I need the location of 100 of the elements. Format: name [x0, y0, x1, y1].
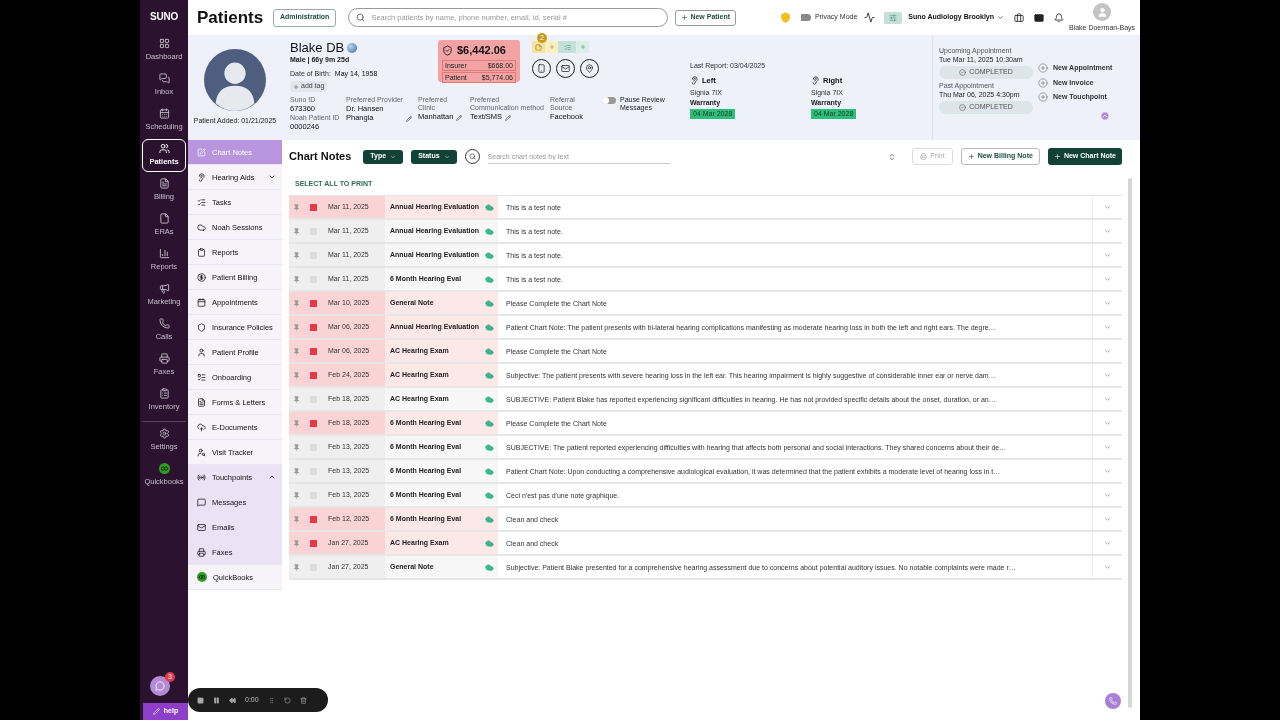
plus-icon	[548, 44, 555, 50]
expand-icon[interactable]	[1104, 203, 1111, 211]
scrollbar[interactable]	[1128, 178, 1132, 708]
mail-icon[interactable]	[1034, 12, 1044, 23]
expand-icon[interactable]	[1104, 251, 1111, 259]
bell-icon[interactable]	[1054, 12, 1064, 23]
expand-icon[interactable]	[1104, 491, 1111, 499]
user-avatar[interactable]	[1093, 3, 1111, 21]
expand-icon[interactable]	[1104, 227, 1111, 235]
calendar-icon	[197, 297, 206, 307]
clipboard-icon	[197, 247, 206, 257]
ear-icon	[811, 75, 820, 85]
expand-icon[interactable]	[1104, 419, 1111, 427]
document-icon	[197, 397, 206, 407]
briefcase-icon[interactable]	[1014, 12, 1024, 23]
flag-square[interactable]	[310, 515, 317, 523]
phone-icon	[1109, 697, 1117, 705]
expand-icon[interactable]	[1104, 467, 1111, 475]
pin-icon[interactable]	[293, 371, 300, 379]
person-icon	[1096, 6, 1108, 18]
expand-icon[interactable]	[1104, 395, 1111, 403]
cloud-icon	[485, 394, 494, 404]
caret-icon	[443, 153, 450, 160]
flag-square[interactable]	[310, 347, 317, 355]
ear-icon	[690, 75, 699, 85]
filter-toggle[interactable]	[884, 11, 903, 24]
edit-icon[interactable]	[505, 115, 512, 121]
chart-line-icon[interactable]	[864, 12, 876, 23]
calendar-icon	[158, 108, 170, 120]
plus-icon	[1053, 153, 1061, 160]
pin-icon[interactable]	[293, 443, 300, 451]
pin-icon[interactable]	[293, 251, 300, 259]
chat-icon	[158, 73, 170, 85]
add-note-button[interactable]	[545, 41, 558, 53]
expand-icon[interactable]	[1104, 515, 1111, 523]
cloud-icon	[485, 538, 494, 548]
pin-icon[interactable]	[293, 299, 300, 307]
caret-icon	[997, 14, 1004, 21]
expand-icon[interactable]	[1104, 443, 1111, 451]
cloud-icon	[485, 466, 494, 476]
caret-icon	[390, 153, 397, 160]
pin-icon[interactable]	[293, 323, 300, 331]
flag-square[interactable]	[310, 419, 317, 427]
pin-icon[interactable]	[293, 275, 300, 283]
rewind-icon[interactable]	[229, 696, 236, 704]
checklist-icon	[197, 372, 206, 382]
badge-icon[interactable]	[779, 12, 791, 23]
notes-button[interactable]	[532, 41, 545, 53]
expand-icon[interactable]	[1104, 539, 1111, 547]
cloud-icon	[485, 298, 494, 308]
phone-icon	[158, 318, 170, 330]
pause-icon[interactable]	[213, 696, 220, 704]
flag-square[interactable]	[310, 539, 317, 547]
phone-icon	[537, 64, 546, 73]
add-task-button[interactable]	[576, 41, 589, 53]
add-circle-icon	[1038, 92, 1048, 103]
expand-icon[interactable]	[1104, 323, 1111, 331]
expand-icon[interactable]	[1104, 563, 1111, 571]
pin-icon[interactable]	[293, 203, 300, 211]
pin-icon[interactable]	[293, 515, 300, 523]
pin-icon[interactable]	[293, 227, 300, 235]
pin-icon[interactable]	[293, 539, 300, 547]
add-circle-icon	[1038, 77, 1048, 88]
cloud-icon	[485, 202, 494, 212]
balance-total: $6,442.06	[457, 43, 506, 58]
mail-icon	[197, 522, 206, 532]
trash-icon[interactable]	[299, 696, 307, 704]
edit-icon[interactable]	[406, 116, 412, 122]
flag-square[interactable]	[310, 371, 317, 379]
sort-icon[interactable]	[888, 152, 897, 161]
pin-icon[interactable]	[293, 395, 300, 403]
edit-icon[interactable]	[456, 115, 463, 121]
chat-icon	[155, 681, 165, 691]
flag-square[interactable]	[310, 299, 317, 307]
expand-icon[interactable]	[1104, 347, 1111, 355]
dollar-icon	[197, 272, 206, 282]
flag-square[interactable]	[310, 323, 317, 331]
section-title: Chart Notes	[289, 149, 352, 165]
scroll-up-icon[interactable]	[1100, 110, 1111, 121]
tasks-button[interactable]	[558, 41, 576, 53]
pin-icon[interactable]	[293, 347, 300, 355]
flag-square[interactable]	[310, 203, 317, 211]
reset-icon[interactable]	[283, 696, 291, 704]
cloud-icon	[485, 274, 494, 284]
pin-icon[interactable]	[293, 491, 300, 499]
pin-icon	[585, 64, 594, 73]
expand-icon[interactable]	[1104, 275, 1111, 283]
logo[interactable]: SUNO	[150, 9, 178, 24]
stop-icon[interactable]	[197, 696, 204, 704]
grid-icon	[158, 38, 170, 50]
add-circle-icon	[1038, 63, 1048, 74]
person-icon	[197, 347, 206, 357]
cloud-icon	[485, 226, 494, 236]
expand-icon[interactable]	[1104, 299, 1111, 307]
pin-icon[interactable]	[293, 563, 300, 571]
search-icon	[356, 13, 366, 22]
pin-icon[interactable]	[293, 419, 300, 427]
expand-icon[interactable]	[1104, 371, 1111, 379]
pin-icon[interactable]	[293, 467, 300, 475]
cloud-icon	[485, 562, 494, 572]
